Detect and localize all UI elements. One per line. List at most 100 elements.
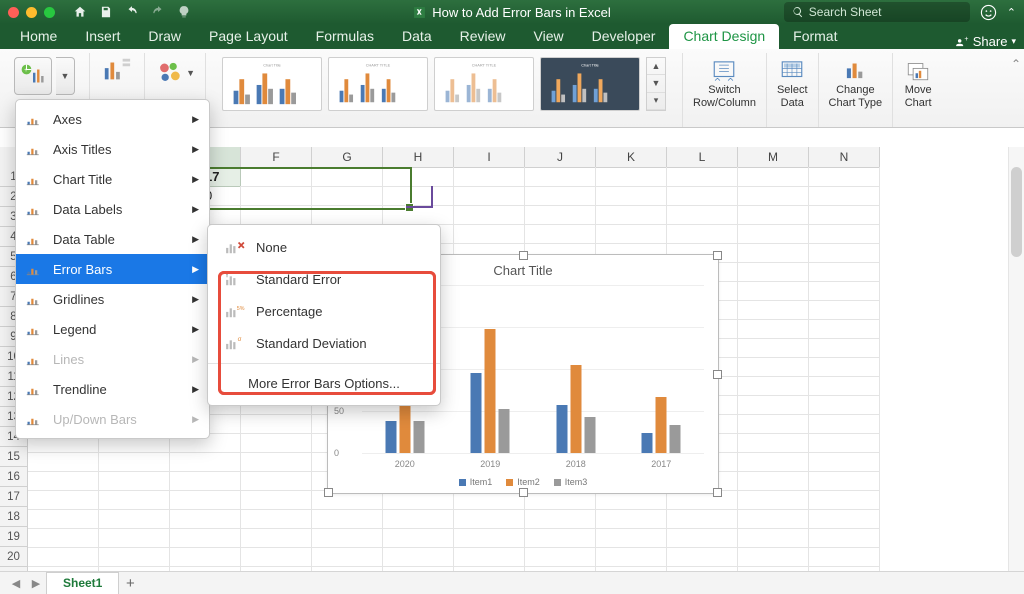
cell[interactable] bbox=[809, 414, 880, 434]
cell[interactable] bbox=[241, 205, 312, 225]
cell[interactable] bbox=[667, 528, 738, 548]
resize-handle[interactable] bbox=[519, 488, 528, 497]
bar[interactable] bbox=[670, 425, 681, 453]
cell[interactable] bbox=[809, 186, 880, 206]
cell[interactable] bbox=[596, 167, 667, 187]
cell[interactable] bbox=[241, 452, 312, 472]
row-header[interactable]: 19 bbox=[0, 527, 28, 547]
cell[interactable] bbox=[809, 319, 880, 339]
submenu-item-percentage[interactable]: 5%Percentage bbox=[208, 295, 440, 327]
bar[interactable] bbox=[499, 409, 510, 453]
cell[interactable] bbox=[312, 528, 383, 548]
menu-item-axes[interactable]: Axes▶ bbox=[16, 104, 209, 134]
chart-style-3[interactable]: CHART TITLE bbox=[434, 57, 534, 111]
cell[interactable] bbox=[241, 471, 312, 491]
cell[interactable] bbox=[312, 547, 383, 567]
cell[interactable] bbox=[312, 167, 383, 187]
feedback-smiley-icon[interactable] bbox=[980, 4, 997, 21]
cell[interactable] bbox=[738, 205, 809, 225]
menu-item-chart-title[interactable]: Chart Title▶ bbox=[16, 164, 209, 194]
cell[interactable] bbox=[738, 395, 809, 415]
cell[interactable] bbox=[170, 528, 241, 548]
cell[interactable] bbox=[809, 509, 880, 529]
legend-item[interactable]: Item3 bbox=[554, 477, 588, 487]
chart-style-1[interactable]: Chart Title bbox=[222, 57, 322, 111]
titlebar-chevron-icon[interactable]: ⌃ bbox=[1007, 6, 1016, 19]
zoom-window-button[interactable] bbox=[44, 7, 55, 18]
cell[interactable] bbox=[525, 224, 596, 244]
cell[interactable] bbox=[241, 547, 312, 567]
cell[interactable] bbox=[525, 547, 596, 567]
cell[interactable] bbox=[99, 452, 170, 472]
cell[interactable] bbox=[99, 547, 170, 567]
cell[interactable] bbox=[28, 509, 99, 529]
cell[interactable] bbox=[454, 509, 525, 529]
legend-item[interactable]: Item2 bbox=[506, 477, 540, 487]
cell[interactable] bbox=[312, 509, 383, 529]
add-sheet-button[interactable]: + bbox=[119, 575, 141, 592]
tab-view[interactable]: View bbox=[520, 24, 578, 49]
column-header[interactable]: H bbox=[383, 147, 454, 168]
resize-handle[interactable] bbox=[519, 251, 528, 260]
tab-format[interactable]: Format bbox=[779, 24, 851, 49]
tab-home[interactable]: Home bbox=[6, 24, 71, 49]
close-window-button[interactable] bbox=[8, 7, 19, 18]
cell[interactable] bbox=[312, 186, 383, 206]
cell[interactable] bbox=[454, 167, 525, 187]
bar[interactable] bbox=[656, 397, 667, 453]
column-header[interactable]: N bbox=[809, 147, 880, 168]
cell[interactable] bbox=[241, 509, 312, 529]
cell[interactable] bbox=[241, 528, 312, 548]
row-header[interactable]: 16 bbox=[0, 467, 28, 487]
cell[interactable] bbox=[454, 528, 525, 548]
resize-handle[interactable] bbox=[713, 370, 722, 379]
bar[interactable] bbox=[570, 365, 581, 453]
cell[interactable] bbox=[596, 186, 667, 206]
cell[interactable] bbox=[525, 528, 596, 548]
cell[interactable] bbox=[809, 224, 880, 244]
tab-insert[interactable]: Insert bbox=[71, 24, 134, 49]
cell[interactable] bbox=[241, 433, 312, 453]
cell[interactable] bbox=[738, 414, 809, 434]
cell[interactable] bbox=[738, 471, 809, 491]
change-colors-button[interactable]: ▼ bbox=[155, 53, 195, 93]
cell[interactable] bbox=[738, 281, 809, 301]
sheet-nav-prev[interactable]: ◀ bbox=[6, 574, 26, 592]
bar[interactable] bbox=[385, 421, 396, 453]
bar[interactable] bbox=[471, 373, 482, 453]
cell[interactable] bbox=[28, 528, 99, 548]
save-icon[interactable] bbox=[99, 5, 113, 19]
cell[interactable] bbox=[809, 167, 880, 187]
cell[interactable] bbox=[738, 338, 809, 358]
add-chart-element-dropdown[interactable]: ▼ bbox=[56, 57, 75, 95]
submenu-item-none[interactable]: None bbox=[208, 231, 440, 263]
resize-handle[interactable] bbox=[713, 488, 722, 497]
cell[interactable] bbox=[99, 509, 170, 529]
tab-review[interactable]: Review bbox=[446, 24, 520, 49]
cell[interactable] bbox=[809, 243, 880, 263]
cell[interactable] bbox=[454, 547, 525, 567]
undo-icon[interactable] bbox=[125, 5, 139, 19]
cell[interactable] bbox=[383, 509, 454, 529]
cell[interactable] bbox=[809, 205, 880, 225]
cell[interactable] bbox=[525, 205, 596, 225]
cell[interactable] bbox=[596, 224, 667, 244]
cell[interactable] bbox=[667, 186, 738, 206]
menu-item-data-labels[interactable]: Data Labels▶ bbox=[16, 194, 209, 224]
cell[interactable] bbox=[241, 490, 312, 510]
menu-item-error-bars[interactable]: Error Bars▶ bbox=[16, 254, 209, 284]
cell[interactable] bbox=[809, 300, 880, 320]
tab-data[interactable]: Data bbox=[388, 24, 446, 49]
cell[interactable] bbox=[809, 262, 880, 282]
tab-draw[interactable]: Draw bbox=[134, 24, 195, 49]
column-header[interactable]: M bbox=[738, 147, 809, 168]
cell[interactable] bbox=[738, 300, 809, 320]
column-header[interactable]: G bbox=[312, 147, 383, 168]
cell[interactable] bbox=[383, 205, 454, 225]
row-header[interactable]: 20 bbox=[0, 547, 28, 567]
minimize-window-button[interactable] bbox=[26, 7, 37, 18]
cell[interactable] bbox=[738, 167, 809, 187]
cell[interactable] bbox=[738, 319, 809, 339]
cell[interactable] bbox=[738, 547, 809, 567]
change-chart-type-button[interactable]: Change Chart Type bbox=[829, 53, 883, 109]
